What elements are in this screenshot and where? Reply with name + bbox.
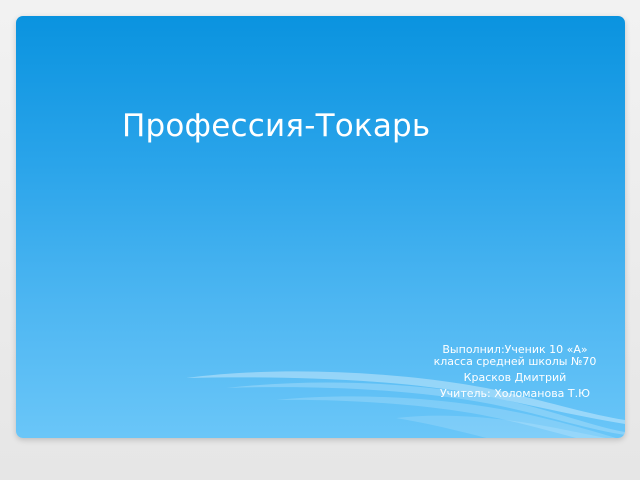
subtitle-teacher-line: Учитель: Холоманова Т.Ю bbox=[439, 387, 591, 400]
subtitle-name-line: Красков Дмитрий bbox=[463, 371, 567, 384]
presentation-slide: Профессия-Токарь Выполнил:Ученик 10 «А» … bbox=[16, 16, 625, 438]
slide-title: Профессия-Токарь bbox=[122, 108, 431, 144]
slide-subtitle: Выполнил:Ученик 10 «А» класса средней шк… bbox=[428, 344, 602, 404]
subtitle-author-line: Выполнил:Ученик 10 «А» класса средней шк… bbox=[433, 343, 597, 368]
